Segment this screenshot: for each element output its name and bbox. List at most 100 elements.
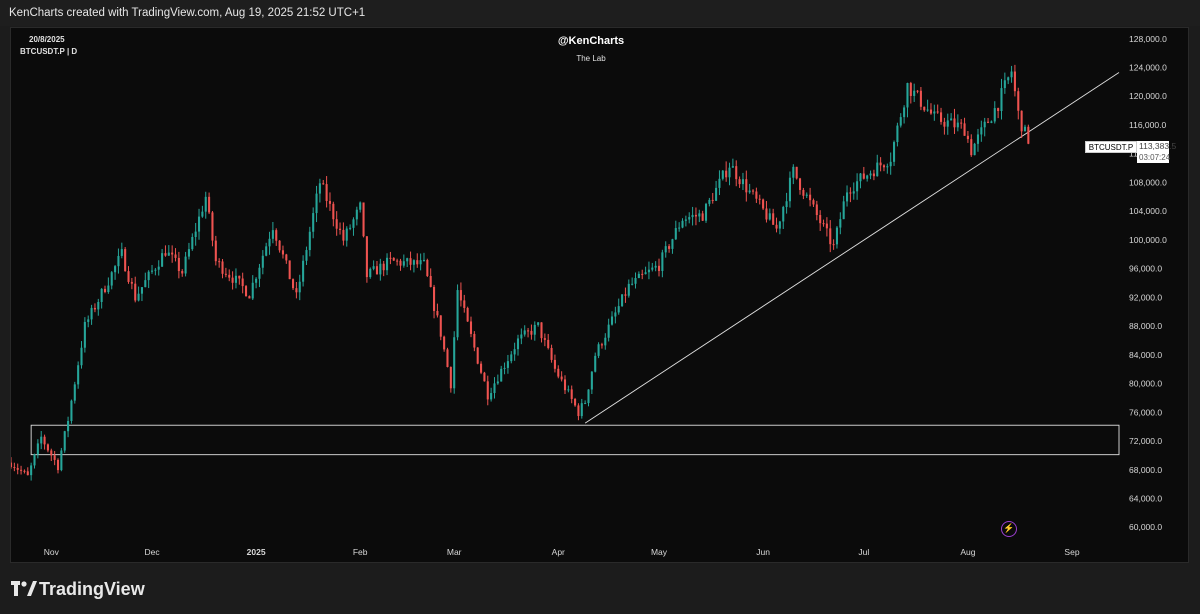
price-label-symbol: BTCUSDT.P: [1085, 141, 1137, 153]
candle-body: [238, 275, 241, 279]
candle-body: [506, 361, 509, 368]
candle-body: [419, 260, 422, 265]
candle-body: [476, 347, 479, 364]
candle-body: [26, 471, 29, 476]
candle-body: [621, 294, 624, 307]
candle-body: [67, 420, 70, 432]
x-tick-label: Aug: [960, 547, 975, 557]
support-zone-rectangle: [30, 424, 1120, 456]
candle-body: [869, 173, 872, 176]
candle-body: [758, 198, 761, 200]
candle-body: [120, 249, 123, 256]
candle-body: [829, 228, 832, 245]
candle-body: [580, 403, 583, 417]
candle-body: [1010, 71, 1013, 78]
candle-body: [389, 257, 392, 259]
candle-body: [379, 263, 382, 275]
candle-body: [688, 217, 691, 220]
candle-body: [788, 177, 791, 202]
candle-body: [815, 204, 818, 216]
candle-body: [87, 319, 90, 322]
candle-body: [997, 108, 1000, 112]
candle-body: [926, 109, 929, 111]
y-tick-label: 60,000.0: [1129, 522, 1162, 532]
candle-body: [654, 265, 657, 268]
candle-body: [681, 220, 684, 228]
x-tick-label: Jun: [756, 547, 770, 557]
candle-body: [933, 111, 936, 114]
candle-body: [674, 228, 677, 240]
candle-body: [171, 252, 174, 255]
candle-body: [201, 211, 204, 217]
y-tick-label: 80,000.0: [1129, 379, 1162, 389]
lightning-bolt-icon[interactable]: ⚡: [1001, 521, 1017, 537]
candle-body: [147, 271, 150, 281]
candle-body: [315, 193, 318, 214]
candle-body: [187, 249, 190, 257]
candle-body: [893, 142, 896, 162]
candle-body: [127, 271, 130, 282]
candle-body: [872, 173, 875, 177]
candle-body: [792, 166, 795, 178]
candle-body: [634, 278, 637, 284]
y-tick-label: 124,000.0: [1129, 63, 1167, 73]
y-tick-label: 72,000.0: [1129, 436, 1162, 446]
chart-area[interactable]: 128,000.0124,000.0120,000.0116,000.0112,…: [10, 27, 1189, 563]
candle-body: [194, 231, 197, 237]
chart-date: 20/8/2025: [29, 35, 65, 44]
candle-body: [291, 279, 295, 289]
x-tick-label: 2025: [247, 547, 266, 557]
candle-body: [446, 349, 449, 368]
candle-body: [339, 228, 342, 230]
candle-body: [302, 260, 305, 282]
candle-body: [906, 83, 909, 108]
y-tick-label: 108,000.0: [1129, 177, 1167, 187]
candle-body: [993, 108, 996, 122]
candle-body: [412, 260, 415, 265]
candle-body: [43, 436, 46, 445]
candle-body: [802, 189, 805, 196]
candle-body: [708, 199, 711, 204]
candle-body: [916, 90, 919, 92]
candle-body: [698, 213, 701, 217]
candle-body: [402, 261, 405, 266]
candle-body: [204, 196, 207, 212]
y-tick-label: 96,000.0: [1129, 264, 1162, 274]
candle-body: [265, 246, 268, 256]
candle-body: [409, 258, 412, 265]
candle-body: [1017, 91, 1020, 111]
candle-body: [399, 260, 402, 266]
candle-body: [738, 179, 741, 185]
candle-body: [731, 166, 734, 168]
x-tick-label: Apr: [552, 547, 565, 557]
candle-body: [231, 277, 234, 283]
y-tick-label: 84,000.0: [1129, 350, 1162, 360]
price-label-countdown: 03:07:24: [1137, 152, 1171, 163]
candle-body: [547, 339, 550, 348]
candle-body: [93, 307, 96, 310]
candle-body: [879, 162, 882, 166]
candle-body: [762, 199, 765, 209]
candle-body: [197, 216, 201, 232]
candle-body: [244, 286, 248, 297]
candle-body: [335, 219, 338, 229]
candle-body: [63, 431, 66, 451]
candle-body: [359, 202, 362, 210]
candle-body: [436, 310, 439, 316]
candle-body: [1020, 110, 1023, 132]
candle-body: [966, 135, 969, 140]
candle-body: [641, 273, 644, 275]
candle-body: [728, 167, 731, 178]
candle-body: [322, 183, 325, 185]
price-chart[interactable]: 128,000.0124,000.0120,000.0116,000.0112,…: [11, 28, 1189, 563]
candle-body: [392, 257, 395, 261]
candle-body: [362, 202, 365, 237]
candle-body: [973, 143, 976, 156]
chart-symbol: BTCUSDT.P | D: [20, 47, 78, 56]
candle-body: [537, 322, 540, 325]
candle-body: [617, 306, 620, 313]
candle-body: [16, 468, 19, 470]
candle-body: [480, 363, 483, 373]
candle-body: [862, 173, 865, 179]
candle-body: [980, 127, 983, 135]
